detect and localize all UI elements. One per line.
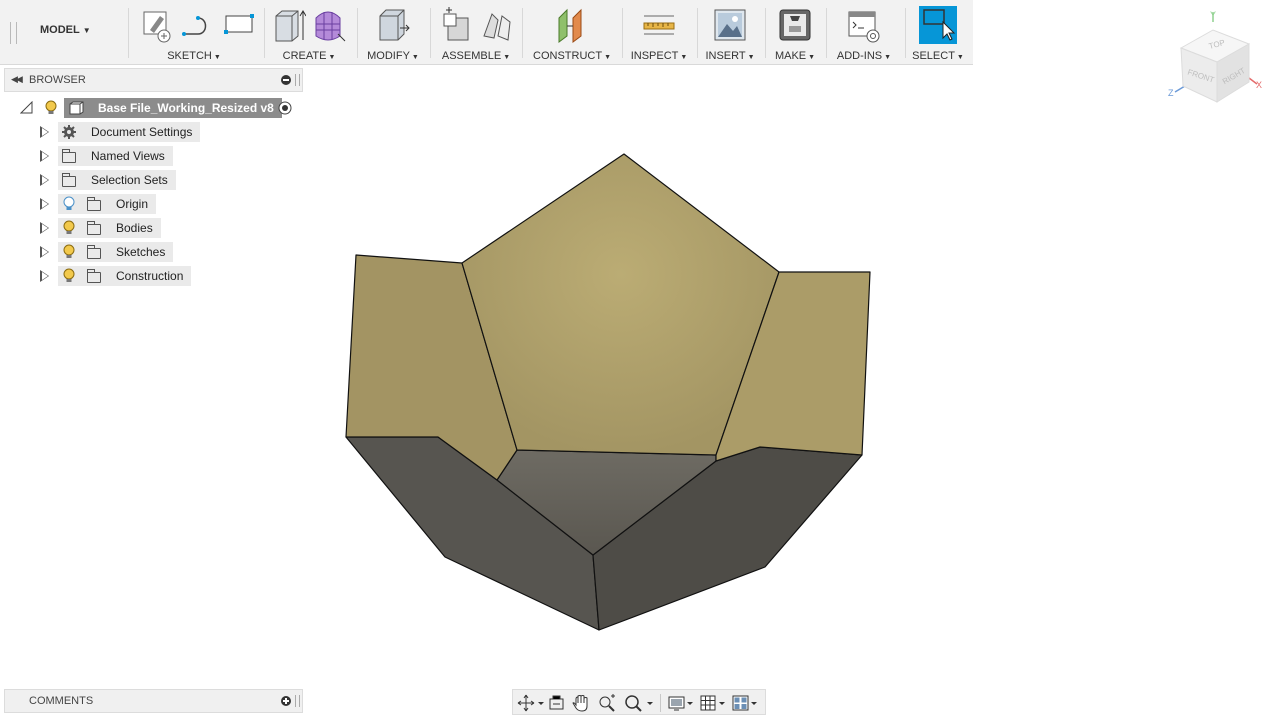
visibility-bulb-icon[interactable]	[61, 267, 77, 285]
browser-panel-header: ◀◀ BROWSER	[4, 68, 303, 92]
pan-hand-icon[interactable]	[571, 693, 591, 713]
folder-icon	[87, 269, 101, 283]
visibility-bulb-icon[interactable]	[61, 243, 77, 261]
folder-icon	[87, 221, 101, 235]
tree-node-label: Construction	[116, 269, 184, 283]
display-settings-icon[interactable]	[667, 693, 695, 713]
browser-item-named-views[interactable]: Named Views	[0, 146, 300, 166]
tree-node[interactable]: Document Settings	[58, 122, 201, 142]
axis-x-label: X	[1256, 80, 1262, 90]
zoom-icon[interactable]	[597, 693, 617, 713]
expand-triangle-icon[interactable]	[40, 150, 49, 162]
axis-z-label: Z	[1168, 88, 1174, 98]
panel-resize-handle[interactable]	[295, 74, 300, 86]
pentagon-bowl-body[interactable]	[345, 153, 871, 631]
visibility-bulb-icon[interactable]	[61, 219, 77, 237]
activate-radio-icon[interactable]	[278, 101, 292, 115]
browser-item-origin[interactable]: Origin	[0, 194, 300, 214]
collapse-panel-icon[interactable]: ◀◀	[11, 74, 23, 85]
tree-node[interactable]: Construction	[58, 266, 192, 286]
navigation-bar	[512, 689, 766, 715]
add-comment-icon[interactable]	[281, 696, 291, 706]
folder-icon	[62, 149, 76, 163]
tree-node-label: Named Views	[91, 149, 165, 163]
tree-node-label: Origin	[116, 197, 149, 211]
browser-item-selection-sets[interactable]: Selection Sets	[0, 170, 300, 190]
grid-settings-icon[interactable]	[699, 693, 727, 713]
expand-triangle-icon[interactable]	[40, 222, 49, 234]
expanded-triangle-icon[interactable]	[20, 101, 34, 115]
visibility-bulb-icon[interactable]	[43, 99, 59, 117]
expand-triangle-icon[interactable]	[40, 174, 49, 186]
fit-zoom-icon[interactable]	[623, 693, 655, 713]
browser-item-bodies[interactable]: Bodies	[0, 218, 300, 238]
orbit-icon[interactable]	[517, 693, 545, 713]
comments-panel: COMMENTS	[4, 689, 303, 713]
expand-triangle-icon[interactable]	[40, 198, 49, 210]
minimize-panel-icon[interactable]	[281, 75, 291, 85]
viewports-icon[interactable]	[731, 693, 759, 713]
folder-icon	[87, 245, 101, 259]
tree-node-label: Selection Sets	[91, 173, 168, 187]
component-icon	[69, 101, 84, 115]
tree-node-label: Sketches	[116, 245, 166, 259]
look-at-icon[interactable]	[547, 693, 567, 713]
tree-node-label: Bodies	[116, 221, 153, 235]
visibility-bulb-off-icon[interactable]	[61, 195, 77, 213]
browser-item-construction[interactable]: Construction	[0, 266, 300, 286]
browser-title: BROWSER	[29, 74, 86, 86]
viewcube[interactable]: Y Z X TOP FRONT RIGHT	[1165, 6, 1265, 112]
folder-icon	[62, 173, 76, 187]
comments-title: COMMENTS	[29, 695, 94, 707]
gear-icon	[62, 125, 76, 139]
expand-triangle-icon[interactable]	[40, 246, 49, 258]
browser-item-document-settings[interactable]: Document Settings	[0, 122, 300, 142]
expand-triangle-icon[interactable]	[40, 270, 49, 282]
browser-item-sketches[interactable]: Sketches	[0, 242, 300, 262]
axis-y-label: Y	[1210, 10, 1216, 20]
browser-root-row[interactable]: Base File_Working_Resized v8	[0, 98, 300, 118]
folder-icon	[87, 197, 101, 211]
root-component[interactable]: Base File_Working_Resized v8	[64, 98, 282, 118]
expand-triangle-icon[interactable]	[40, 126, 49, 138]
panel-resize-handle[interactable]	[295, 695, 300, 707]
navbar-divider	[660, 694, 661, 712]
root-component-label: Base File_Working_Resized v8	[98, 101, 274, 115]
tree-node-label: Document Settings	[91, 125, 193, 139]
